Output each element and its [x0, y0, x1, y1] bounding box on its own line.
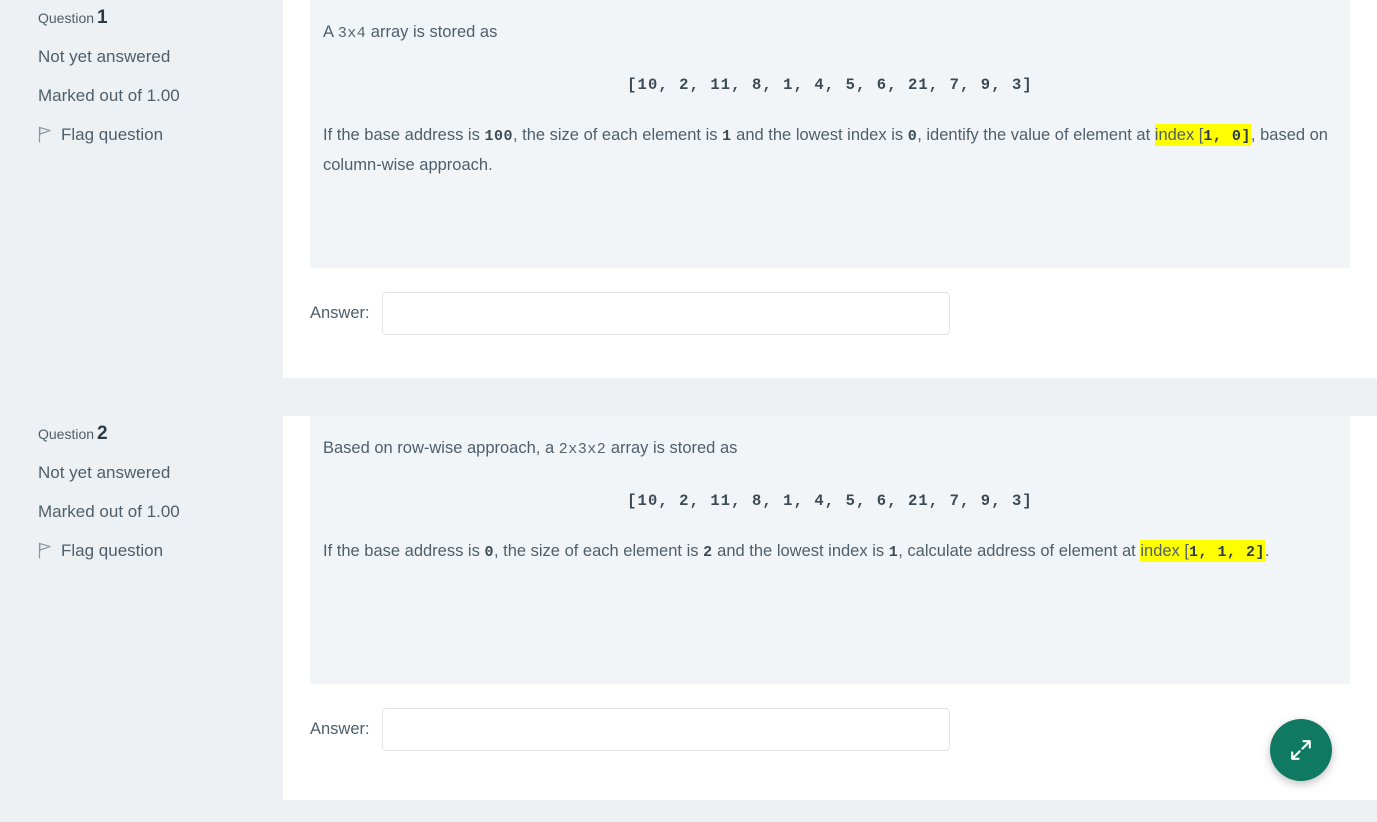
quiz-page: Question 1 Not yet answered Marked out of… — [0, 0, 1377, 822]
question-text-2: Based on row-wise approach, a 2x3x2 arra… — [310, 416, 1350, 684]
expand-fullscreen-button[interactable] — [1270, 719, 1332, 781]
highlight-word-1: index [ — [1154, 126, 1204, 145]
flag-icon — [38, 542, 52, 559]
array-literal-row-2: [10, 2, 11, 8, 1, 4, 5, 6, 21, 7, 9, 3] — [323, 486, 1337, 516]
highlight-index-code-1: 1, 0] — [1203, 128, 1251, 146]
array-literal-row-1: [10, 2, 11, 8, 1, 4, 5, 6, 21, 7, 9, 3] — [323, 70, 1337, 100]
question-label-1: Question — [38, 10, 95, 26]
base-address-2: 0 — [484, 544, 494, 562]
question-statement-2: If the base address is 0, the size of ea… — [323, 537, 1337, 567]
answer-input-2[interactable] — [381, 708, 950, 751]
question-statement-1: If the base address is 100, the size of … — [323, 121, 1337, 180]
flag-icon — [38, 126, 52, 143]
question-label-2: Question — [38, 426, 95, 442]
question-text-1: A 3x4 array is stored as [10, 2, 11, 8, … — [310, 0, 1350, 268]
array-dims-1: 3x4 — [337, 25, 367, 42]
highlighted-index-1: index [1, 0] — [1154, 124, 1251, 147]
lowest-index-1: 0 — [907, 128, 918, 146]
answer-input-1[interactable] — [381, 292, 950, 335]
intro-suffix-2: array is stored as — [606, 439, 738, 457]
flag-question-button-2[interactable]: Flag question — [38, 542, 253, 559]
stmt-c-2: and the lowest index is — [712, 542, 889, 561]
question-status-2: Not yet answered — [38, 463, 171, 482]
question-number-value-2: 2 — [97, 423, 108, 444]
stmt-a-2: If the base address is — [323, 542, 485, 561]
stmt-d-1: , identify the value of element at — [917, 126, 1155, 145]
question-number-value-1: 1 — [97, 7, 108, 28]
stmt-b-1: , the size of each element is — [512, 126, 723, 145]
flag-question-label-1: Flag question — [61, 125, 164, 144]
expand-arrows-icon — [1288, 737, 1314, 763]
base-address-1: 100 — [484, 128, 513, 146]
intro-prefix-2: Based on row-wise approach, a — [323, 439, 559, 457]
question-info-panel-2: Question 2 Not yet answered Marked out of… — [0, 416, 283, 559]
question-intro-1: A 3x4 array is stored as — [323, 18, 1337, 48]
array-dims-2: 2x3x2 — [558, 441, 607, 458]
stmt-d-2: , calculate address of element at — [898, 542, 1141, 561]
question-number-1: Question 1 — [38, 8, 253, 27]
flag-question-button-1[interactable]: Flag question — [38, 126, 253, 143]
question-number-2: Question 2 — [38, 424, 253, 443]
answer-row-1: Answer: — [283, 292, 1377, 335]
stmt-c-1: and the lowest index is — [731, 126, 908, 145]
question-grade-1: Marked out of 1.00 — [38, 86, 180, 105]
intro-prefix-1: A — [323, 23, 338, 41]
element-size-1: 1 — [722, 128, 732, 146]
flag-question-label-2: Flag question — [61, 541, 164, 560]
question-info-panel-1: Question 1 Not yet answered Marked out of… — [0, 0, 283, 143]
question-block-1: Question 1 Not yet answered Marked out of… — [0, 0, 1377, 378]
question-status-1: Not yet answered — [38, 47, 171, 66]
element-size-2: 2 — [703, 544, 713, 562]
array-literal-1: [10, 2, 11, 8, 1, 4, 5, 6, 21, 7, 9, 3] — [627, 75, 1033, 94]
question-intro-2: Based on row-wise approach, a 2x3x2 arra… — [323, 434, 1337, 464]
stmt-b-2: , the size of each element is — [493, 542, 704, 561]
question-block-2: Question 2 Not yet answered Marked out of… — [0, 416, 1377, 800]
answer-row-2: Answer: — [283, 708, 1377, 751]
array-literal-2: [10, 2, 11, 8, 1, 4, 5, 6, 21, 7, 9, 3] — [627, 491, 1033, 510]
question-card-1: A 3x4 array is stored as [10, 2, 11, 8, … — [283, 0, 1377, 378]
lowest-index-2: 1 — [888, 544, 899, 562]
highlighted-index-2: index [1, 1, 2] — [1140, 540, 1265, 563]
intro-suffix-1: array is stored as — [366, 23, 498, 41]
question-card-2: Based on row-wise approach, a 2x3x2 arra… — [283, 416, 1377, 800]
stmt-e-2: . — [1265, 542, 1270, 561]
answer-label-2: Answer: — [310, 720, 370, 738]
stmt-a-1: If the base address is — [323, 126, 485, 145]
highlight-word-2: index [ — [1140, 542, 1189, 561]
question-grade-2: Marked out of 1.00 — [38, 502, 180, 521]
highlight-index-code-2: 1, 1, 2] — [1188, 544, 1265, 562]
answer-label-1: Answer: — [310, 304, 370, 322]
